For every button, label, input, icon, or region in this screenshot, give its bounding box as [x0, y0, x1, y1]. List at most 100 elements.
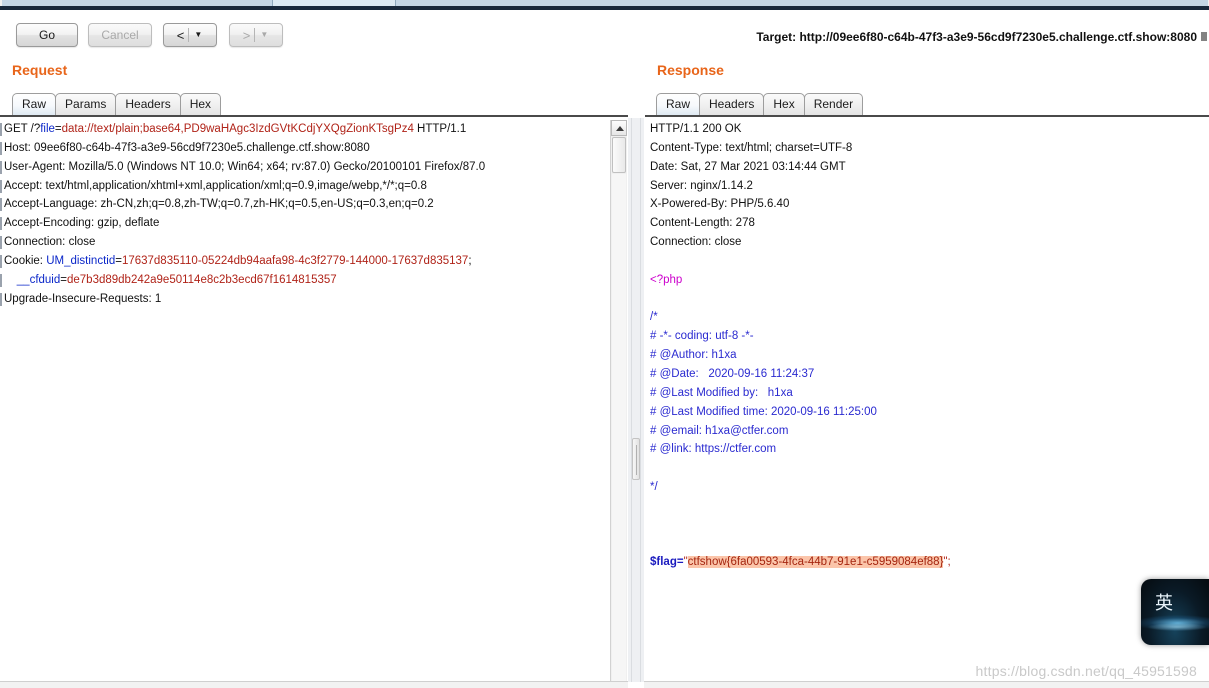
- cancel-button[interactable]: Cancel: [88, 23, 152, 47]
- request-token: =: [60, 273, 67, 286]
- request-scrollbar[interactable]: [610, 120, 627, 682]
- response-tab-bar: Raw Headers Hex Render: [656, 93, 864, 116]
- request-gutter: [0, 120, 3, 680]
- request-line: Cookie: UM_distinctid=17637d835110-05224…: [4, 252, 610, 271]
- php-comment-line: [650, 459, 1202, 478]
- response-header-line: Content-Length: 278: [650, 217, 755, 230]
- response-header-line: X-Powered-By: PHP/5.6.40: [650, 198, 790, 211]
- forward-arrow-icon: >: [242, 27, 251, 43]
- response-panel-title: Response: [657, 62, 724, 78]
- panel-splitter[interactable]: [628, 118, 644, 682]
- chevron-down-icon[interactable]: ▼: [255, 31, 273, 39]
- request-token: =: [54, 123, 62, 135]
- response-tab-render[interactable]: Render: [803, 93, 864, 115]
- target-url: http://09ee6f80-c64b-47f3-a3e9-56cd9f723…: [799, 30, 1197, 44]
- php-comment-line: /*: [650, 311, 658, 324]
- response-status-line: HTTP/1.1 200 OK: [650, 123, 742, 135]
- request-token: __cfduid: [16, 273, 61, 286]
- csdn-watermark: https://blog.csdn.net/qq_45951598: [975, 663, 1197, 679]
- request-line: Accept-Language: zh-CN,zh;q=0.8,zh-TW;q=…: [4, 195, 610, 214]
- response-tab-hex[interactable]: Hex: [763, 93, 805, 115]
- request-raw-editor[interactable]: GET /?file=data://text/plain;base64,PD9w…: [4, 120, 610, 680]
- request-token: =: [115, 254, 122, 267]
- response-header-line: Server: nginx/1.14.2: [650, 179, 753, 192]
- window-tab-strip[interactable]: [0, 0, 1209, 10]
- response-tab-raw[interactable]: Raw: [656, 93, 701, 115]
- request-line: User-Agent: Mozilla/5.0 (Windows NT 10.0…: [4, 158, 610, 177]
- request-token: Upgrade-Insecure-Requests: 1: [4, 292, 162, 305]
- request-token: User-Agent: Mozilla/5.0 (Windows NT 10.0…: [4, 160, 486, 173]
- request-token: Connection: close: [4, 236, 96, 249]
- request-token: ;: [468, 254, 472, 267]
- php-comment-line: */: [650, 481, 658, 494]
- php-comment-line: # @Last Modified time: 2020-09-16 11:25:…: [650, 405, 877, 418]
- splitter-line-right: [640, 118, 641, 682]
- request-token: [4, 274, 17, 286]
- request-panel-title: Request: [12, 62, 68, 78]
- request-token: file: [40, 123, 55, 135]
- request-line: Accept-Encoding: gzip, deflate: [4, 214, 610, 233]
- request-token: 17637d835110-05224db94aafa98-4c3f2779-14…: [121, 254, 469, 267]
- request-line: Host: 09ee6f80-c64b-47f3-a3e9-56cd9f7230…: [4, 139, 610, 158]
- php-variable: $flag=: [650, 556, 684, 569]
- response-tab-underline: [645, 115, 1209, 117]
- request-line: Connection: close: [4, 233, 610, 252]
- php-comment-line: # @email: h1xa@ctfer.com: [650, 424, 789, 437]
- scrollbar-track[interactable]: [612, 174, 626, 682]
- request-token: Host: 09ee6f80-c64b-47f3-a3e9-56cd9f7230…: [4, 141, 370, 154]
- string-quote-close: ";: [943, 556, 951, 569]
- flag-value-highlight: ctfshow{6fa00593-4fca-44b7-91e1-c5959084…: [687, 556, 944, 569]
- request-token: HTTP/1.1: [413, 123, 467, 135]
- request-tab-hex[interactable]: Hex: [179, 93, 222, 115]
- php-comment-line: # @Last Modified by: h1xa: [650, 386, 793, 399]
- php-comment-line: # @Author: h1xa: [650, 349, 737, 362]
- request-token: Accept-Language: zh-CN,zh;q=0.8,zh-TW;q=…: [4, 198, 434, 211]
- request-token: Accept: text/html,application/xhtml+xml,…: [4, 179, 427, 192]
- request-tab-bar: Raw Params Headers Hex: [12, 93, 222, 116]
- target-info: Target: http://09ee6f80-c64b-47f3-a3e9-5…: [756, 30, 1197, 44]
- chevron-down-icon[interactable]: ▼: [189, 31, 207, 39]
- scrollbar-thumb[interactable]: [612, 137, 626, 173]
- ime-glow-decoration-inner: [1147, 623, 1207, 631]
- request-tab-headers[interactable]: Headers: [115, 93, 181, 115]
- flag-line: $flag="ctfshow{6fa00593-4fca-44b7-91e1-c…: [650, 553, 1202, 572]
- request-token: UM_distinctid: [46, 254, 116, 267]
- request-line: Accept: text/html,application/xhtml+xml,…: [4, 177, 610, 196]
- back-button[interactable]: < ▼: [163, 23, 217, 47]
- back-arrow-icon: <: [176, 27, 185, 43]
- go-button[interactable]: Go: [16, 23, 78, 47]
- request-token: data://text/plain;base64,PD9waHAgc3IzdGV…: [61, 123, 414, 135]
- response-header-line: Content-Type: text/html; charset=UTF-8: [650, 141, 853, 154]
- request-tab-params[interactable]: Params: [55, 93, 117, 115]
- request-token: de7b3d89db242a9e50114e8c2b3ecd67f1614815…: [66, 273, 337, 286]
- target-label: Target:: [756, 30, 797, 44]
- response-header-line: Date: Sat, 27 Mar 2021 03:14:44 GMT: [650, 160, 846, 173]
- request-tab-underline: [0, 115, 628, 117]
- request-line: __cfduid=de7b3d89db242a9e50114e8c2b3ecd6…: [4, 271, 610, 290]
- splitter-line-left: [631, 118, 632, 682]
- php-open-tag: <?php: [650, 273, 683, 286]
- php-comment-line: # @link: https://ctfer.com: [650, 443, 777, 456]
- response-tab-headers[interactable]: Headers: [699, 93, 765, 115]
- response-header-line: Connection: close: [650, 236, 742, 249]
- request-token: GET /?: [4, 123, 41, 135]
- request-token: Accept-Encoding: gzip, deflate: [4, 217, 160, 230]
- scrollbar-marker[interactable]: [1201, 32, 1207, 41]
- ime-mode-label: 英: [1155, 593, 1173, 614]
- splitter-grip-handle[interactable]: [632, 438, 640, 480]
- scroll-up-arrow-icon[interactable]: [611, 120, 627, 136]
- request-line: GET /?file=data://text/plain;base64,PD9w…: [4, 120, 610, 139]
- php-comment-line: # -*- coding: utf-8 -*-: [650, 330, 754, 343]
- response-raw-editor[interactable]: HTTP/1.1 200 OK Content-Type: text/html; …: [650, 120, 1202, 680]
- php-comment-line: # @Date: 2020-09-16 11:24:37: [650, 367, 815, 380]
- request-line: Upgrade-Insecure-Requests: 1: [4, 290, 610, 309]
- repeater-toolbar: Go Cancel < ▼ > ▼ Target: http://09ee6f8…: [0, 10, 1209, 50]
- forward-button[interactable]: > ▼: [229, 23, 283, 47]
- ime-language-widget[interactable]: 英: [1141, 579, 1209, 645]
- request-tab-raw[interactable]: Raw: [12, 93, 57, 115]
